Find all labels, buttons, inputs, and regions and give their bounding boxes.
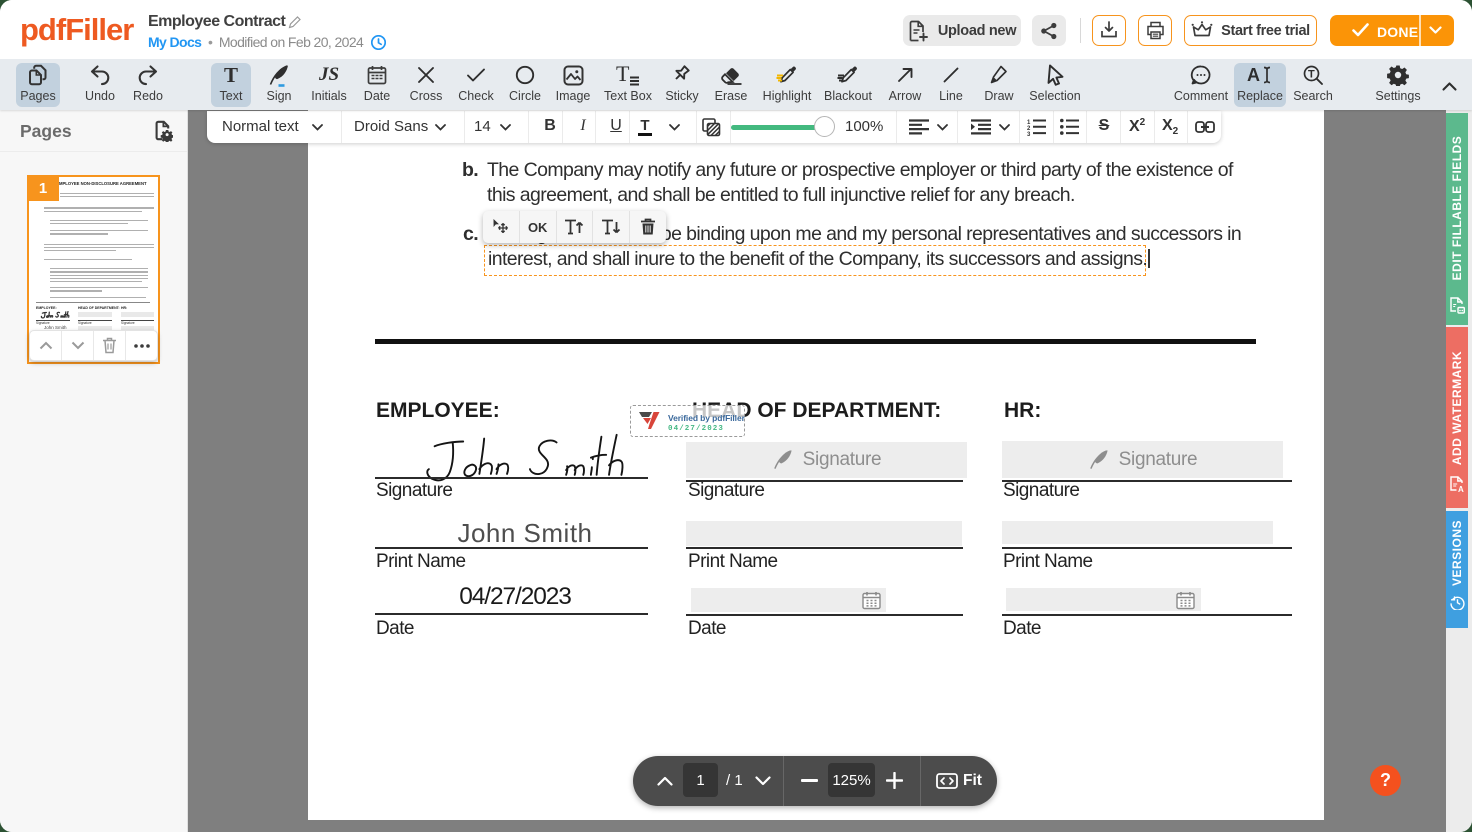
svg-text:T: T xyxy=(1308,69,1315,81)
svg-text:A: A xyxy=(1247,65,1260,85)
svg-text:3: 3 xyxy=(1027,132,1031,136)
svg-text:T: T xyxy=(616,64,630,86)
svg-text:A: A xyxy=(1458,485,1464,493)
